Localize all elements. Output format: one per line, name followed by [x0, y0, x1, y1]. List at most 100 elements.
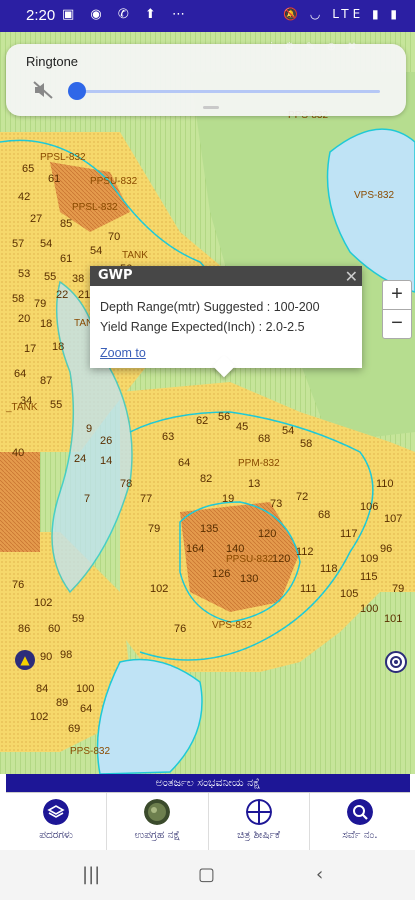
svg-text:_TANK: _TANK: [5, 402, 38, 413]
svg-text:85: 85: [60, 218, 72, 230]
svg-text:84: 84: [36, 683, 48, 695]
popup-title: GWP: [90, 266, 362, 286]
svg-text:120: 120: [258, 528, 276, 540]
close-icon[interactable]: ✕: [345, 267, 358, 286]
svg-text:82: 82: [200, 473, 212, 485]
map-title-banner: ಅಂತರ್ಜಲ ಸಂಭವನೀಯ ನಕ್ಷೆ: [6, 774, 410, 792]
svg-text:117: 117: [340, 528, 358, 540]
svg-text:110: 110: [376, 478, 394, 490]
svg-text:68: 68: [318, 509, 330, 521]
map-layer: 6561422785 7061575454 5355386156 5879222…: [0, 32, 415, 774]
svg-text:17: 17: [24, 343, 36, 355]
svg-text:9: 9: [86, 423, 92, 435]
clock: 2:20: [26, 7, 56, 24]
svg-text:100: 100: [360, 603, 378, 615]
locate-icon[interactable]: [384, 650, 408, 674]
svg-text:100: 100: [76, 683, 94, 695]
svg-text:56: 56: [218, 411, 230, 423]
volume-slider-track[interactable]: [70, 90, 380, 93]
svg-text:69: 69: [68, 723, 80, 735]
svg-text:59: 59: [72, 613, 84, 625]
svg-text:24: 24: [74, 453, 86, 465]
status-bar: 2:20 ▣ ◉ ✆ ⬆ ⋯ 🔕 ◡ LTE ▮ ▮: [0, 0, 415, 32]
svg-text:62: 62: [196, 415, 208, 427]
svg-text:18: 18: [52, 341, 64, 353]
svg-text:87: 87: [40, 375, 52, 387]
svg-text:126: 126: [212, 568, 230, 580]
svg-text:61: 61: [60, 253, 72, 265]
svg-text:40: 40: [12, 447, 24, 459]
nav-layers[interactable]: ಪದರಗಳು: [6, 793, 108, 851]
zoom-in-button[interactable]: +: [382, 280, 412, 310]
nav-satellite-map[interactable]: ಉಪಗ್ರಹ ನಕ್ಷೆ: [107, 793, 209, 851]
svg-text:38: 38: [72, 273, 84, 285]
svg-text:68: 68: [258, 433, 270, 445]
svg-text:61: 61: [48, 173, 60, 185]
svg-text:PPSU-832: PPSU-832: [226, 554, 274, 565]
svg-text:42: 42: [18, 191, 30, 203]
zoom-out-button[interactable]: −: [382, 309, 412, 339]
svg-text:73: 73: [270, 498, 282, 510]
svg-text:PPSU-832: PPSU-832: [90, 176, 138, 187]
search-icon: [346, 799, 373, 825]
svg-text:76: 76: [174, 623, 186, 635]
svg-text:64: 64: [14, 368, 26, 380]
svg-text:63: 63: [162, 431, 174, 443]
svg-text:78: 78: [120, 478, 132, 490]
svg-text:135: 135: [200, 523, 218, 535]
recent-apps-icon[interactable]: |||: [82, 864, 100, 885]
warning-icon[interactable]: ▲: [15, 650, 35, 670]
svg-text:PPM-832: PPM-832: [238, 458, 280, 469]
svg-text:19: 19: [222, 493, 234, 505]
svg-text:58: 58: [12, 293, 24, 305]
svg-text:54: 54: [282, 425, 294, 437]
svg-text:PPSL-832: PPSL-832: [72, 202, 118, 213]
svg-text:111: 111: [300, 583, 317, 595]
svg-text:26: 26: [100, 435, 112, 447]
mute-icon[interactable]: [32, 80, 54, 100]
zoom-to-link[interactable]: Zoom to: [100, 346, 146, 360]
svg-text:VPS-832: VPS-832: [212, 620, 252, 631]
volume-slider-thumb[interactable]: [68, 82, 86, 100]
svg-text:14: 14: [100, 455, 112, 467]
svg-text:120: 120: [272, 553, 290, 565]
svg-text:18: 18: [40, 318, 52, 330]
svg-text:45: 45: [236, 421, 248, 433]
map-canvas[interactable]: 6561422785 7061575454 5355386156 5879222…: [0, 32, 415, 774]
svg-text:86: 86: [18, 623, 30, 635]
svg-text:64: 64: [80, 703, 92, 715]
svg-text:102: 102: [34, 597, 52, 609]
svg-text:98: 98: [60, 649, 72, 661]
svg-text:PPS-832: PPS-832: [70, 746, 110, 757]
svg-text:101: 101: [384, 613, 402, 625]
svg-text:109: 109: [360, 553, 378, 565]
nav-survey-number[interactable]: ಸರ್ವೆ ನಂ.: [310, 793, 410, 851]
nav-grid[interactable]: ಚಿತ್ರ ಶೀರ್ಷಿಕೆ: [209, 793, 310, 851]
svg-text:58: 58: [300, 438, 312, 450]
home-icon[interactable]: ▢: [198, 864, 215, 885]
orange-patch-west: [0, 452, 40, 552]
back-icon[interactable]: ‹: [316, 864, 323, 885]
notification-icons: ▣ ◉ ✆ ⬆ ⋯: [62, 7, 191, 22]
svg-text:VPS-832: VPS-832: [354, 190, 394, 201]
svg-text:TANK: TANK: [122, 250, 148, 261]
svg-text:53: 53: [18, 268, 30, 280]
nav-grid-label: ಚಿತ್ರ ಶೀರ್ಷಿಕೆ: [237, 829, 281, 841]
svg-text:72: 72: [296, 491, 308, 503]
svg-text:89: 89: [56, 697, 68, 709]
svg-text:54: 54: [90, 245, 102, 257]
svg-text:79: 79: [34, 298, 46, 310]
svg-text:55: 55: [44, 271, 56, 283]
svg-text:20: 20: [18, 313, 30, 325]
nav-survey-number-label: ಸರ್ವೆ ನಂ.: [342, 829, 378, 841]
panel-drag-handle[interactable]: [203, 106, 219, 109]
svg-text:79: 79: [148, 523, 160, 535]
network-label: LTE: [332, 7, 365, 21]
svg-text:54: 54: [40, 238, 52, 250]
svg-text:96: 96: [380, 543, 392, 555]
svg-text:112: 112: [296, 546, 314, 558]
system-icons: 🔕 ◡ LTE ▮ ▮: [283, 7, 401, 21]
svg-text:13: 13: [248, 478, 260, 490]
svg-text:PPSL-832: PPSL-832: [40, 152, 86, 163]
svg-text:107: 107: [384, 513, 402, 525]
